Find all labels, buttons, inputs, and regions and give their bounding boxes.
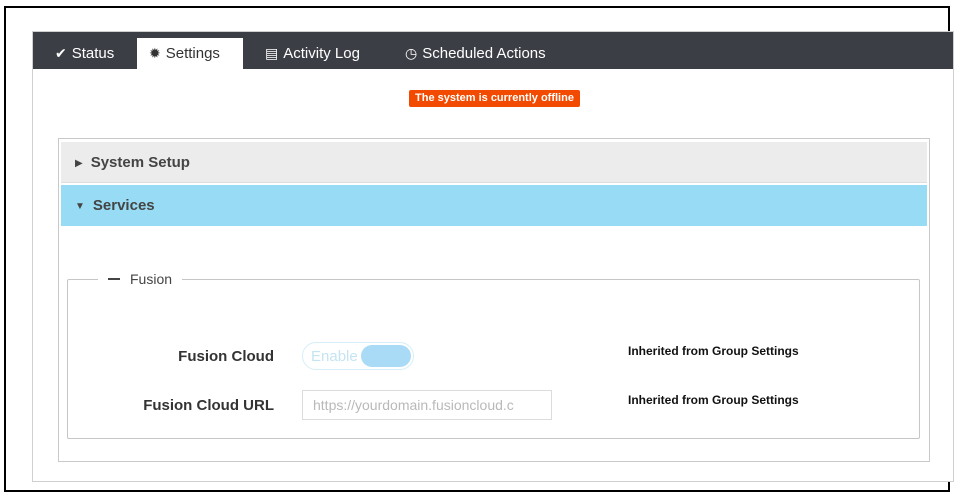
main-panel: ✔ Status ✹ Settings ▤ Activity Log ◷ Schedul… bbox=[32, 31, 954, 482]
caret-down-icon: ▼ bbox=[75, 201, 85, 212]
caret-right-icon: ▶ bbox=[75, 158, 83, 169]
fusion-cloud-url-label: Fusion Cloud URL bbox=[143, 397, 274, 414]
tab-status-label: Status bbox=[71, 45, 115, 62]
services-label: Services bbox=[92, 197, 155, 214]
fusion-fieldset: Fusion Fusion Cloud Enable Inherited fro… bbox=[67, 269, 920, 439]
fusion-cloud-label: Fusion Cloud bbox=[178, 348, 274, 365]
tab-status[interactable]: ✔ Status bbox=[43, 38, 126, 69]
fusion-legend: Fusion bbox=[130, 271, 173, 287]
minus-icon bbox=[108, 278, 120, 280]
list-icon: ▤ bbox=[265, 45, 279, 61]
tab-settings[interactable]: ✹ Settings bbox=[137, 38, 243, 69]
fusion-collapse-toggle[interactable]: Fusion bbox=[98, 269, 183, 289]
fusion-cloud-toggle[interactable]: Enable bbox=[302, 342, 414, 370]
tab-settings-label: Settings bbox=[165, 45, 220, 62]
tab-activity-log-label: Activity Log bbox=[283, 45, 360, 62]
tab-bar: ✔ Status ✹ Settings ▤ Activity Log ◷ Schedul… bbox=[33, 32, 953, 69]
system-setup-label: System Setup bbox=[90, 154, 190, 171]
fusion-cloud-inherited-note: Inherited from Group Settings bbox=[628, 344, 799, 358]
window-frame: ✔ Status ✹ Settings ▤ Activity Log ◷ Schedul… bbox=[4, 6, 954, 492]
tab-activity-log[interactable]: ▤ Activity Log bbox=[253, 38, 372, 69]
fusion-cloud-url-input[interactable] bbox=[302, 390, 552, 420]
settings-accordion: ▶ System Setup ▼ Services Fusion Fusion Cl… bbox=[58, 138, 930, 462]
services-header[interactable]: ▼ Services bbox=[61, 185, 927, 226]
toggle-knob bbox=[361, 345, 411, 367]
tab-scheduled-actions[interactable]: ◷ Scheduled Actions bbox=[393, 38, 558, 69]
tab-scheduled-actions-label: Scheduled Actions bbox=[422, 45, 546, 62]
toggle-label: Enable bbox=[311, 348, 358, 365]
gear-icon: ✹ bbox=[149, 45, 161, 61]
clock-icon: ◷ bbox=[405, 45, 418, 61]
status-badge: The system is currently offline bbox=[409, 90, 580, 107]
system-setup-header[interactable]: ▶ System Setup bbox=[61, 142, 927, 183]
fusion-cloud-url-inherited-note: Inherited from Group Settings bbox=[628, 393, 799, 407]
check-icon: ✔ bbox=[55, 45, 67, 61]
